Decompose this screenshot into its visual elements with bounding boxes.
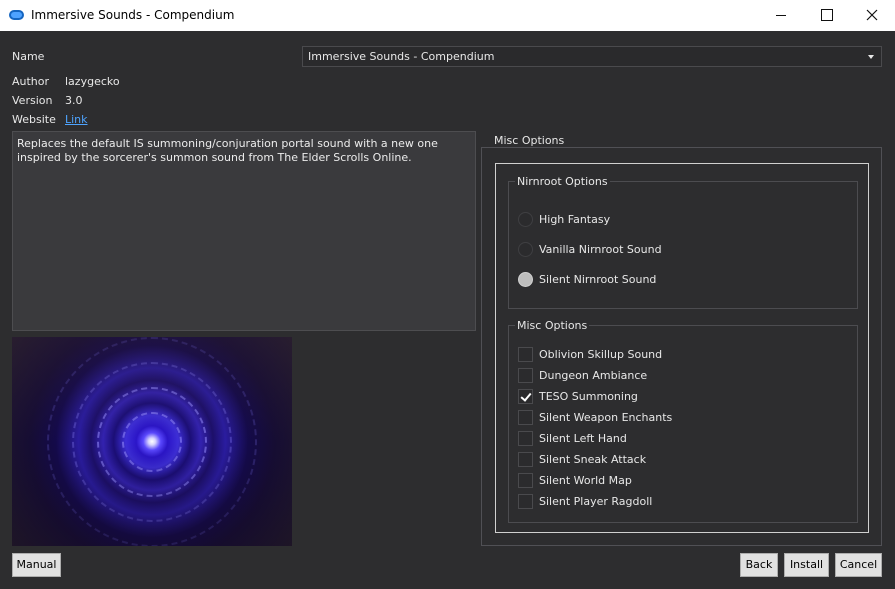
nirnroot-options-title: Nirnroot Options	[515, 175, 610, 188]
author-label: Author	[12, 75, 50, 88]
checkbox-silent-weapon-enchants-label[interactable]: Silent Weapon Enchants	[539, 411, 672, 424]
title-bar: Immersive Sounds - Compendium	[0, 0, 895, 31]
author-value: lazygecko	[65, 75, 120, 88]
website-link[interactable]: Link	[65, 113, 88, 126]
window-title: Immersive Sounds - Compendium	[31, 8, 235, 22]
checkbox-silent-player-ragdoll[interactable]	[518, 494, 533, 509]
description-text: Replaces the default IS summoning/conjur…	[12, 131, 476, 331]
close-icon	[866, 9, 878, 21]
radio-silent-nirnroot-label[interactable]: Silent Nirnroot Sound	[539, 273, 656, 286]
checkbox-dungeon-ambiance-label[interactable]: Dungeon Ambiance	[539, 369, 647, 382]
preview-image	[12, 337, 292, 546]
back-button[interactable]: Back	[740, 553, 778, 577]
name-label: Name	[12, 50, 45, 63]
misc-options-title: Misc Options	[515, 319, 590, 332]
install-button[interactable]: Install	[784, 553, 829, 577]
website-label: Website	[12, 113, 56, 126]
radio-silent-nirnroot[interactable]	[518, 272, 533, 287]
manual-button[interactable]: Manual	[12, 553, 61, 577]
checkbox-silent-sneak-attack-label[interactable]: Silent Sneak Attack	[539, 453, 646, 466]
checkbox-oblivion-skillup[interactable]	[518, 347, 533, 362]
minimize-button[interactable]	[758, 0, 804, 31]
radio-vanilla-nirnroot[interactable]	[518, 242, 533, 257]
checkbox-dungeon-ambiance[interactable]	[518, 368, 533, 383]
checkbox-teso-summoning[interactable]	[518, 389, 533, 404]
cancel-button[interactable]: Cancel	[835, 553, 882, 577]
radio-high-fantasy[interactable]	[518, 212, 533, 227]
checkbox-silent-weapon-enchants[interactable]	[518, 410, 533, 425]
checkbox-teso-summoning-label[interactable]: TESO Summoning	[539, 390, 638, 403]
radio-high-fantasy-label[interactable]: High Fantasy	[539, 213, 610, 226]
version-label: Version	[12, 94, 53, 107]
checkbox-silent-player-ragdoll-label[interactable]: Silent Player Ragdoll	[539, 495, 652, 508]
checkbox-silent-world-map-label[interactable]: Silent World Map	[539, 474, 632, 487]
checkbox-silent-left-hand[interactable]	[518, 431, 533, 446]
checkbox-silent-sneak-attack[interactable]	[518, 452, 533, 467]
app-icon	[9, 10, 24, 20]
maximize-button[interactable]	[803, 0, 849, 31]
close-button[interactable]	[849, 0, 895, 31]
checkbox-silent-left-hand-label[interactable]: Silent Left Hand	[539, 432, 627, 445]
checkbox-oblivion-skillup-label[interactable]: Oblivion Skillup Sound	[539, 348, 662, 361]
checkbox-silent-world-map[interactable]	[518, 473, 533, 488]
radio-vanilla-nirnroot-label[interactable]: Vanilla Nirnroot Sound	[539, 243, 662, 256]
chevron-down-icon	[868, 55, 874, 59]
name-dropdown-value: Immersive Sounds - Compendium	[308, 50, 495, 63]
version-value: 3.0	[65, 94, 83, 107]
name-dropdown[interactable]: Immersive Sounds - Compendium	[302, 46, 882, 67]
options-group-title: Misc Options	[492, 134, 567, 147]
